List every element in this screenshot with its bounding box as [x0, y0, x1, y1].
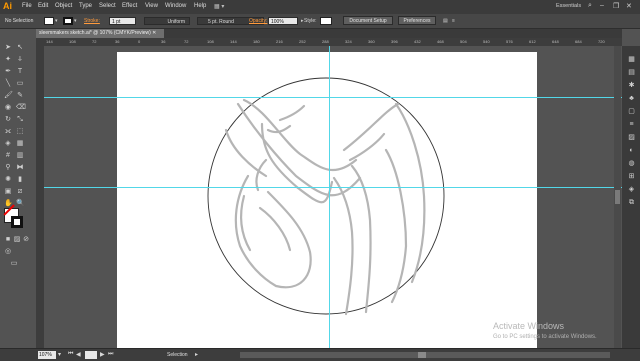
- gradient-panel-icon[interactable]: ▨: [627, 133, 636, 142]
- brushes-panel-icon[interactable]: ✱: [627, 81, 636, 90]
- status-tool-name: Selection: [167, 352, 188, 358]
- transparency-panel-icon[interactable]: ◐: [627, 146, 636, 155]
- horizontal-scroll-thumb[interactable]: [418, 352, 426, 358]
- graphic-styles-panel-icon[interactable]: ▢: [627, 107, 636, 116]
- last-artboard-icon[interactable]: ⏭: [108, 351, 113, 358]
- panel-dock: [622, 46, 640, 348]
- previous-artboard-icon[interactable]: ◀: [76, 351, 81, 358]
- letterform-strokes: [224, 98, 426, 316]
- artboard-number-field[interactable]: [85, 351, 97, 359]
- zoom-field[interactable]: 107%: [38, 351, 56, 359]
- status-menu-icon[interactable]: ▸: [195, 351, 198, 358]
- status-bar: 107% ▾ ⏮ ◀ ▶ ⏭ Selection ▸: [0, 348, 640, 361]
- artboards-panel-icon[interactable]: ⧉: [627, 198, 636, 207]
- vertical-scroll-thumb[interactable]: [615, 190, 620, 204]
- swatches-panel-icon[interactable]: ▤: [627, 68, 636, 77]
- stroke-panel-icon[interactable]: ≡: [627, 120, 636, 129]
- appearance-panel-icon[interactable]: ◍: [627, 159, 636, 168]
- layers-panel-icon[interactable]: ◈: [627, 185, 636, 194]
- first-artboard-icon[interactable]: ⏮: [68, 351, 73, 358]
- symbols-panel-icon[interactable]: ♣: [627, 94, 636, 103]
- align-panel-icon[interactable]: ⊞: [627, 172, 636, 181]
- horizontal-guide-top[interactable]: [44, 97, 622, 98]
- activate-windows-subtitle: Go to PC settings to activate Windows.: [493, 334, 597, 340]
- activate-windows-title: Activate Windows: [493, 321, 565, 331]
- horizontal-guide-middle[interactable]: [44, 187, 622, 188]
- zoom-dropdown-icon[interactable]: ▾: [58, 351, 61, 358]
- sketch-artwork[interactable]: [0, 0, 640, 360]
- vertical-guide-center[interactable]: [329, 46, 330, 348]
- next-artboard-icon[interactable]: ▶: [100, 351, 105, 358]
- color-panel-icon[interactable]: ▦: [627, 55, 636, 64]
